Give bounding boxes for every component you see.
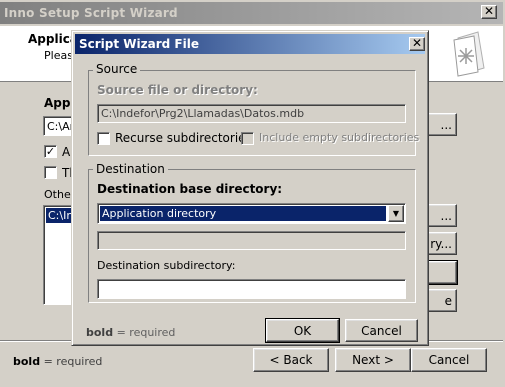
outer-remove-label: e [444, 293, 452, 308]
dialog-cancel-button[interactable]: Cancel [345, 319, 418, 342]
dialog-required-note: bold = required [86, 326, 175, 339]
script-wizard-file-dialog: Script Wizard File ✕ Source Source file … [71, 30, 429, 346]
outer-browse-label: ... [440, 117, 452, 132]
destination-base-dir-select[interactable]: Application directory ▼ [97, 203, 406, 224]
dialog-title: Script Wizard File [79, 37, 199, 51]
dialog-close-button[interactable]: ✕ [409, 37, 425, 51]
recurse-subdirectories-label: Recurse subdirectories [115, 131, 252, 145]
dialog-titlebar: Script Wizard File [75, 34, 425, 54]
dropdown-arrow-icon[interactable]: ▼ [388, 205, 404, 222]
outer-required-rest: = required [40, 355, 103, 368]
destination-extra-field [97, 231, 406, 250]
dialog-required-bold: bold [86, 326, 114, 339]
outer-required-note: bold = required [13, 355, 102, 368]
destination-subdir-label: Destination subdirectory: [97, 259, 236, 272]
wizard-document-icon [453, 31, 485, 77]
outer-add-folder-label: ry... [430, 236, 452, 251]
close-icon: ✕ [483, 4, 495, 18]
include-empty-subdirectories-label: Include empty subdirectories [259, 131, 420, 144]
outer-checkbox-2[interactable] [44, 166, 57, 179]
ok-button[interactable]: OK [265, 318, 340, 343]
destination-base-dir-value: Application directory [100, 206, 386, 221]
outer-checkbox-1[interactable]: ✓ [44, 145, 57, 158]
back-button[interactable]: < Back [253, 348, 329, 372]
include-empty-subdirectories-checkbox [241, 132, 254, 145]
outer-window-title: Inno Setup Script Wizard [4, 6, 178, 20]
outer-close-button[interactable]: ✕ [481, 5, 497, 19]
outer-cancel-button[interactable]: Cancel [411, 348, 487, 372]
destination-subdir-input[interactable] [97, 279, 406, 299]
next-button[interactable]: Next > [335, 348, 411, 372]
outer-titlebar: Inno Setup Script Wizard [0, 2, 503, 24]
back-button-label: < Back [269, 353, 313, 367]
source-file-label: Source file or directory: [97, 83, 258, 97]
next-button-label: Next > [352, 353, 394, 367]
source-file-field: C:\Indefor\Prg2\Llamadas\Datos.mdb [97, 104, 406, 123]
outer-cancel-label: Cancel [428, 353, 470, 367]
source-file-value: C:\Indefor\Prg2\Llamadas\Datos.mdb [101, 107, 305, 120]
dialog-cancel-label: Cancel [361, 323, 402, 338]
outer-required-bold: bold [13, 355, 41, 368]
source-legend: Source [93, 62, 141, 76]
close-icon: ✕ [411, 36, 423, 50]
ok-button-label: OK [293, 323, 312, 338]
destination-base-dir-label: Destination base directory: [97, 182, 283, 196]
dialog-required-rest: = required [113, 326, 176, 339]
outer-add-file-label: ... [440, 208, 452, 223]
destination-legend: Destination [93, 162, 168, 176]
recurse-subdirectories-checkbox[interactable] [97, 132, 110, 145]
